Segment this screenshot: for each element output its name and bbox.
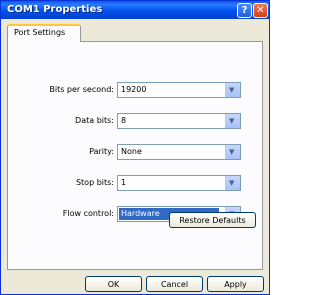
dropdown-button[interactable]: ▼: [225, 145, 240, 159]
stop-bits-value: 1: [121, 178, 127, 187]
bits-per-second-row: Bits per second: 19200 ▼: [8, 82, 262, 98]
tab-label: Port Settings: [14, 28, 66, 37]
help-button[interactable]: ?: [237, 3, 252, 18]
stop-bits-row: Stop bits: 1 ▼: [8, 175, 262, 191]
window-title: COM1 Properties: [7, 4, 103, 15]
restore-defaults-button[interactable]: Restore Defaults: [169, 212, 256, 228]
stop-bits-label: Stop bits:: [75, 178, 114, 187]
dropdown-button[interactable]: ▼: [225, 176, 240, 190]
cancel-button[interactable]: Cancel: [146, 276, 203, 292]
apply-button[interactable]: Apply: [207, 276, 264, 292]
dropdown-button[interactable]: ▼: [225, 114, 240, 128]
port-settings-panel: Bits per second: 19200 ▼ Data bits: 8 ▼ …: [7, 41, 263, 270]
chevron-down-icon: ▼: [229, 86, 235, 94]
ok-button[interactable]: OK: [85, 276, 142, 292]
data-bits-label: Data bits:: [75, 116, 114, 125]
tab-port-settings[interactable]: Port Settings: [7, 24, 81, 42]
close-button[interactable]: ✕: [253, 3, 268, 18]
data-bits-row: Data bits: 8 ▼: [8, 113, 262, 129]
stop-bits-select[interactable]: 1 ▼: [117, 175, 241, 191]
properties-window: COM1 Properties ? ✕ Port Settings Bits p…: [0, 0, 270, 295]
chevron-down-icon: ▼: [229, 179, 235, 187]
bits-per-second-label: Bits per second:: [49, 85, 114, 94]
parity-label: Parity:: [89, 147, 114, 156]
flow-control-label: Flow control:: [62, 209, 114, 218]
dropdown-button[interactable]: ▼: [225, 83, 240, 97]
data-bits-select[interactable]: 8 ▼: [117, 113, 241, 129]
chevron-down-icon: ▼: [229, 117, 235, 125]
parity-row: Parity: None ▼: [8, 144, 262, 160]
parity-value: None: [121, 147, 142, 156]
chevron-down-icon: ▼: [229, 148, 235, 156]
data-bits-value: 8: [121, 116, 127, 125]
title-bar[interactable]: COM1 Properties ? ✕: [1, 1, 269, 19]
parity-select[interactable]: None ▼: [117, 144, 241, 160]
bits-per-second-value: 19200: [121, 85, 147, 94]
bits-per-second-select[interactable]: 19200 ▼: [117, 82, 241, 98]
